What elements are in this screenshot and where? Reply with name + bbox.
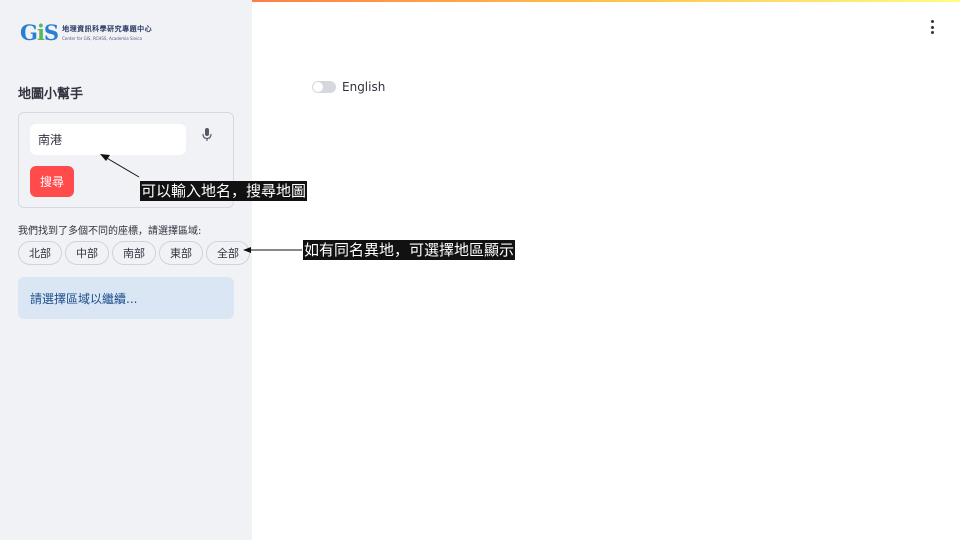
gis-logo-mark: GiS	[20, 20, 59, 45]
search-button[interactable]: 搜尋	[30, 166, 74, 197]
logo-chinese-name: 地理資訊科學研究專題中心	[62, 25, 153, 33]
toggle-knob	[313, 82, 323, 92]
sidebar-title: 地圖小幫手	[18, 87, 84, 102]
english-toggle-label: English	[342, 80, 386, 94]
more-vert-icon[interactable]	[928, 20, 936, 34]
region-pill-all[interactable]: 全部	[206, 241, 250, 265]
search-input[interactable]	[30, 124, 186, 155]
region-hint-callout: 如有同名異地，可選擇地區顯示	[303, 240, 516, 260]
sidebar: GiS 地理資訊科學研究專題中心 Center for GIS, RCHSS, …	[0, 0, 252, 540]
gis-logo: GiS 地理資訊科學研究專題中心 Center for GIS, RCHSS, …	[20, 20, 152, 45]
multiple-results-message: 我們找到了多個不同的座標，請選擇區域:	[18, 226, 202, 237]
english-toggle[interactable]	[312, 81, 336, 93]
region-pill-north[interactable]: 北部	[18, 241, 62, 265]
region-pill-central[interactable]: 中部	[65, 241, 109, 265]
region-selector: 北部 中部 南部 東部 全部	[18, 241, 250, 265]
region-pill-south[interactable]: 南部	[112, 241, 156, 265]
info-alert: 請選擇區域以繼續...	[18, 277, 234, 319]
info-alert-text: 請選擇區域以繼續...	[30, 291, 138, 306]
region-pill-east[interactable]: 東部	[159, 241, 203, 265]
microphone-icon[interactable]	[201, 127, 213, 143]
input-hint-callout: 可以輸入地名，搜尋地圖	[140, 181, 308, 201]
logo-english-name: Center for GIS, RCHSS, Academia Sinica	[62, 36, 142, 41]
